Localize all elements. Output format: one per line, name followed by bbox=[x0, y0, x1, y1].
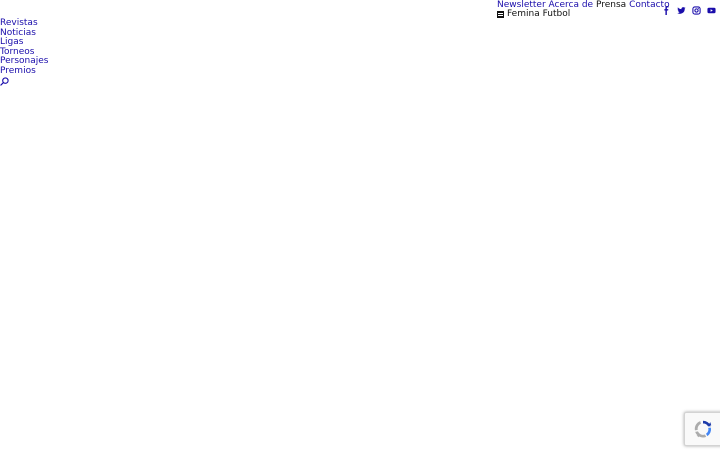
page: Newsletter Acerca de Prensa Contacto Fem… bbox=[0, 0, 720, 450]
nav-link-ligas[interactable]: Ligas bbox=[0, 37, 23, 47]
facebook-icon[interactable] bbox=[662, 6, 671, 15]
brand[interactable]: Femina Futbol bbox=[497, 8, 571, 20]
social-links bbox=[662, 6, 716, 15]
press-link[interactable]: Prensa bbox=[596, 0, 626, 10]
nav-link-revistas[interactable]: Revistas bbox=[0, 18, 38, 28]
nav-link-premios[interactable]: Premios bbox=[0, 66, 36, 76]
search-icon[interactable] bbox=[0, 77, 9, 86]
brand-name: Femina Futbol bbox=[507, 8, 571, 19]
instagram-icon[interactable] bbox=[692, 6, 701, 15]
nav-link-torneos[interactable]: Torneos bbox=[0, 47, 34, 57]
nav-item-premios: Premios bbox=[0, 66, 49, 77]
youtube-icon[interactable] bbox=[707, 6, 716, 15]
nav-link-noticias[interactable]: Noticias bbox=[0, 28, 36, 38]
recaptcha-icon bbox=[694, 420, 712, 438]
document-icon bbox=[497, 10, 504, 18]
recaptcha-badge[interactable] bbox=[684, 412, 720, 446]
twitter-icon[interactable] bbox=[677, 6, 686, 15]
main-nav: Revistas Noticias Ligas Torneos Personaj… bbox=[0, 18, 49, 77]
nav-link-personajes[interactable]: Personajes bbox=[0, 56, 49, 66]
